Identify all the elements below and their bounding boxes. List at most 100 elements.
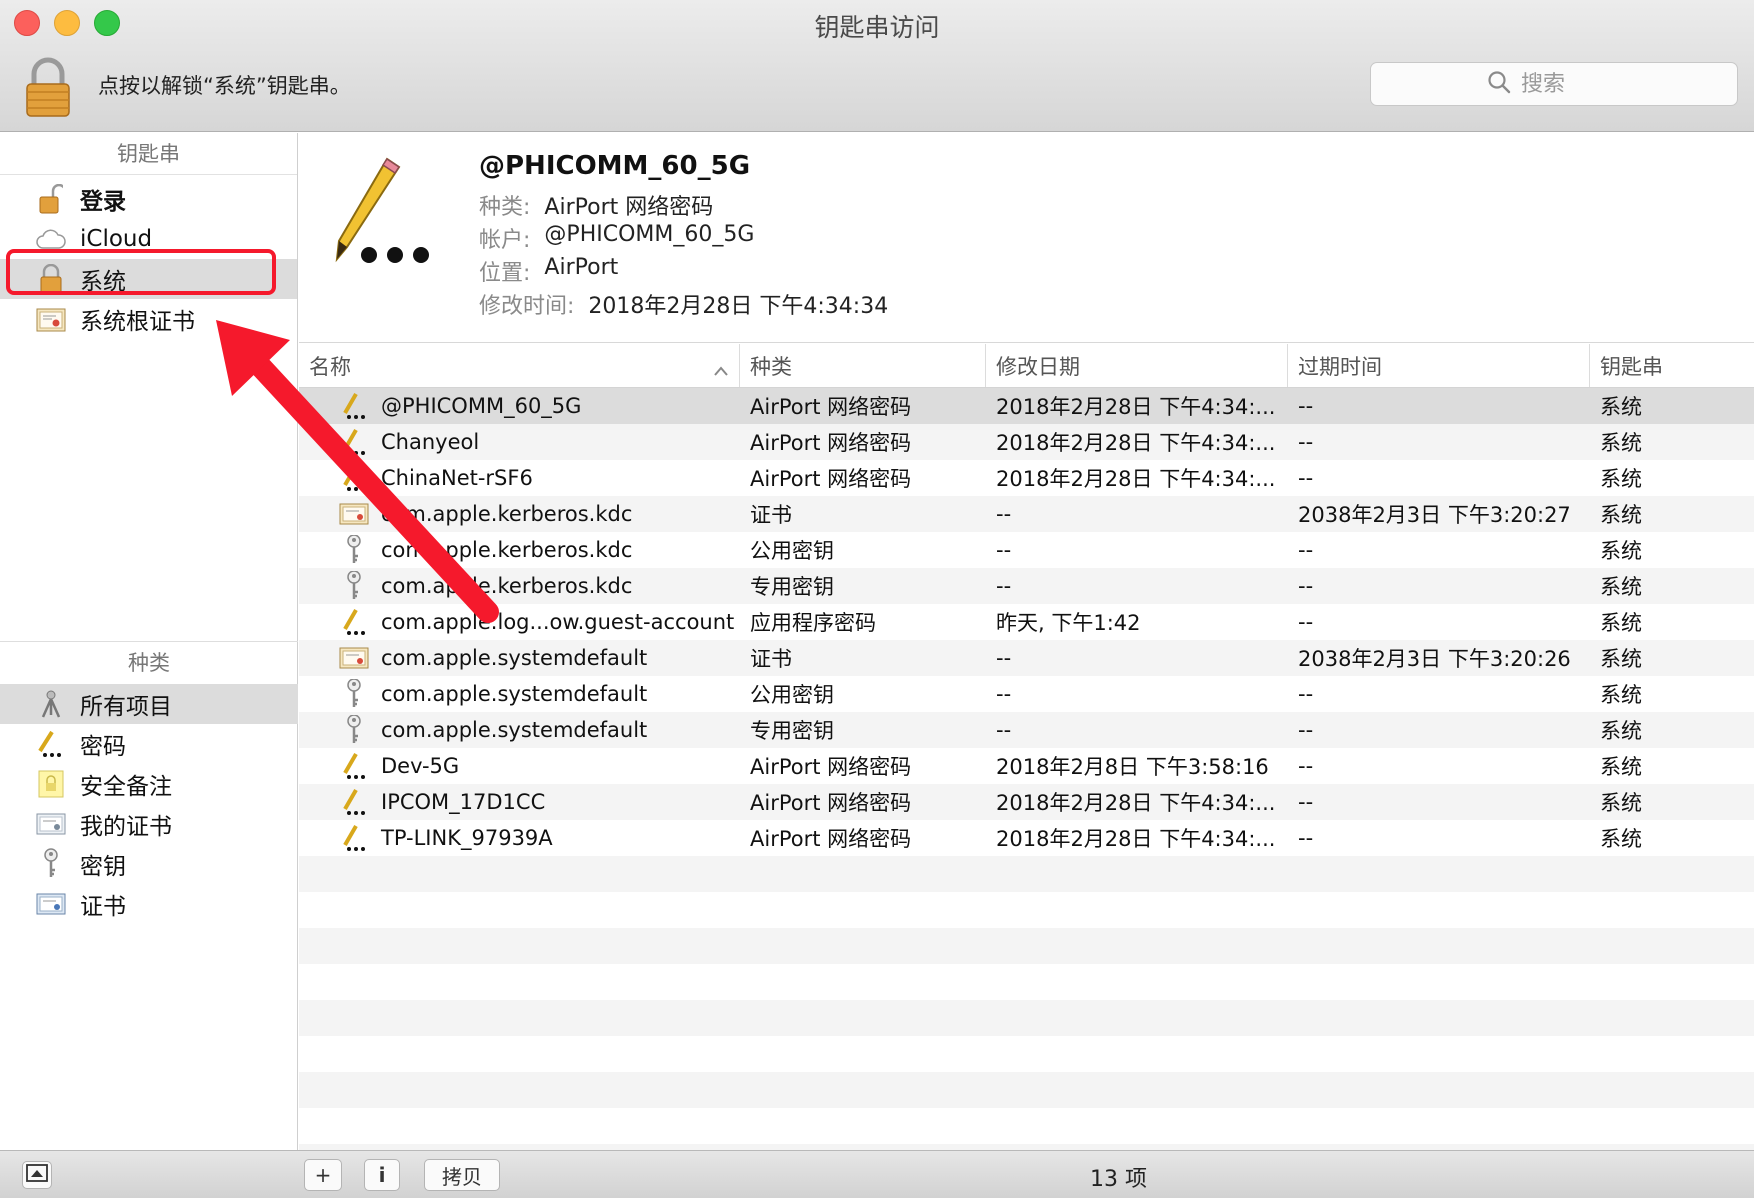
lock-open-icon [36,183,66,215]
column-header-label: 修改日期 [996,354,1080,379]
search-field[interactable] [1370,62,1738,106]
item-count: 13 项 [1090,1167,1147,1192]
sidebar-item-all-items[interactable]: 所有项目 [0,684,298,724]
cell-name: com.apple.systemdefault [299,715,740,745]
column-header-keychain[interactable]: 钥匙串 [1590,344,1754,387]
key-icon [339,571,369,601]
empty-row [299,928,1754,964]
sidebar-item-label: 密码 [80,734,126,760]
empty-row [299,1072,1754,1108]
sidebar-item-keys[interactable]: 密钥 [0,844,298,884]
cell-modified: 2018年2月28日 下午4:34:... [996,827,1276,851]
unlock-message: 点按以解锁“系统”钥匙串。 [98,74,351,98]
certificate-folder-icon [36,303,66,335]
cell-kind: 专用密钥 [750,575,834,599]
cell-keychain: 系统 [1600,575,1642,599]
cell-modified: 2018年2月28日 下午4:34:... [996,467,1276,491]
cell-keychain: 系统 [1600,755,1642,779]
sidebar-item-system[interactable]: 系统 [0,259,297,299]
cell-expires: -- [1298,826,1314,850]
table-row[interactable]: ChinaNet-rSF6 AirPort 网络密码 2018年2月28日 下午4:… [299,460,1754,496]
cell-keychain: 系统 [1600,719,1642,743]
key-icon [339,715,369,745]
sidebar-item-system-roots[interactable]: 系统根证书 [0,299,297,339]
table-row[interactable]: com.apple.kerberos.kdc 证书 -- 2038年2月3日 下午3:… [299,496,1754,532]
cell-keychain: 系统 [1600,791,1642,815]
table-row[interactable]: IPCOM_17D1CC AirPort 网络密码 2018年2月28日 下午4:3… [299,784,1754,820]
table-row[interactable]: com.apple.kerberos.kdc 专用密钥 -- -- 系统 [299,568,1754,604]
cell-name: TP-LINK_97939A [299,823,740,853]
cell-expires: -- [1298,682,1314,706]
certificate-icon [36,888,66,920]
row-name-text: @PHICOMM_60_5G [381,394,582,418]
column-header-label: 种类 [750,354,792,379]
copy-button[interactable]: 拷贝 [424,1159,500,1191]
detail-where-value: AirPort [544,255,619,280]
detail-modified-label: 修改时间: [479,294,575,319]
toggle-sidebar-button[interactable] [22,1161,52,1189]
column-header-expires[interactable]: 过期时间 [1288,344,1590,387]
sidebar-item-my-certificates[interactable]: 我的证书 [0,804,298,844]
search-input[interactable] [1521,71,1621,97]
cell-keychain: 系统 [1600,683,1642,707]
sidebar-item-label: 系统 [80,269,126,295]
secure-note-icon [36,768,66,800]
cell-kind: AirPort 网络密码 [750,827,912,851]
sidebar-item-passwords[interactable]: 密码 [0,724,298,764]
password-icon [339,823,369,853]
items-table: 名称 种类 修改日期 过期时间 钥匙串 @PHICOMM_60_5G AirPor… [299,344,1754,1180]
table-row[interactable]: com.apple.systemdefault 公用密钥 -- -- 系统 [299,676,1754,712]
table-row[interactable]: TP-LINK_97939A AirPort 网络密码 2018年2月28日 下午4… [299,820,1754,856]
cell-modified: 2018年2月28日 下午4:34:... [996,431,1276,455]
sidebar-item-label: 登录 [80,189,126,215]
table-row[interactable]: com.apple.kerberos.kdc 公用密钥 -- -- 系统 [299,532,1754,568]
column-header-name[interactable]: 名称 [299,344,740,387]
password-large-icon [329,155,449,275]
table-row[interactable]: com.apple.systemdefault 证书 -- 2038年2月3日 下午3… [299,640,1754,676]
row-name-text: ChinaNet-rSF6 [381,466,533,490]
row-name-text: TP-LINK_97939A [381,826,553,850]
cell-keychain: 系统 [1600,467,1642,491]
cell-modified: 2018年2月8日 下午3:58:16 [996,755,1269,779]
sidebar-item-login[interactable]: 登录 [0,179,297,219]
cell-expires: -- [1298,790,1314,814]
table-row[interactable]: com.apple.systemdefault 专用密钥 -- -- 系统 [299,712,1754,748]
sidebar-item-icloud[interactable]: iCloud [0,219,297,259]
table-row[interactable]: Dev-5G AirPort 网络密码 2018年2月8日 下午3:58:16 -- 系… [299,748,1754,784]
column-header-kind[interactable]: 种类 [740,344,986,387]
table-row[interactable]: Chanyeol AirPort 网络密码 2018年2月28日 下午4:34:..… [299,424,1754,460]
cell-kind: 公用密钥 [750,683,834,707]
cell-expires: -- [1298,538,1314,562]
row-name-text: com.apple.systemdefault [381,682,648,706]
cell-kind: 公用密钥 [750,539,834,563]
table-header: 名称 种类 修改日期 过期时间 钥匙串 [299,344,1754,388]
detail-kind-row: 种类: AirPort 网络密码 [479,189,713,221]
empty-row [299,1000,1754,1036]
sidebar: 钥匙串 登录 iCloud 系统 系统根证书 种类 所有项目 密码 安全备注 我… [0,133,298,1150]
row-name-text: com.apple.systemdefault [381,646,648,670]
cell-keychain: 系统 [1600,827,1642,851]
cell-kind: 证书 [750,503,792,527]
info-button[interactable]: i [364,1159,400,1191]
cell-name: ChinaNet-rSF6 [299,463,740,493]
column-header-modified[interactable]: 修改日期 [986,344,1288,387]
sidebar-item-secure-notes[interactable]: 安全备注 [0,764,298,804]
cell-keychain: 系统 [1600,395,1642,419]
cell-kind: AirPort 网络密码 [750,755,912,779]
add-item-button[interactable]: + [304,1159,342,1191]
detail-account-value: @PHICOMM_60_5G [544,222,755,247]
cell-name: com.apple.kerberos.kdc [299,535,740,565]
detail-title: @PHICOMM_60_5G [479,151,751,181]
padlock-icon[interactable] [24,56,72,117]
cell-modified: -- [996,646,1012,670]
detail-kind-value: AirPort 网络密码 [544,195,714,220]
table-row[interactable]: @PHICOMM_60_5G AirPort 网络密码 2018年2月28日 下午4… [299,388,1754,424]
certificate-icon [339,499,369,529]
cell-expires: 2038年2月3日 下午3:20:27 [1298,503,1571,527]
sidebar-item-certificates[interactable]: 证书 [0,884,298,924]
table-row[interactable]: com.apple.log...ow.guest-account 应用程序密码 昨天… [299,604,1754,640]
cell-modified: 2018年2月28日 下午4:34:... [996,395,1276,419]
category-section: 种类 所有项目 密码 安全备注 我的证书 密钥 证书 [0,641,298,924]
empty-row [299,856,1754,892]
cell-name: com.apple.kerberos.kdc [299,571,740,601]
